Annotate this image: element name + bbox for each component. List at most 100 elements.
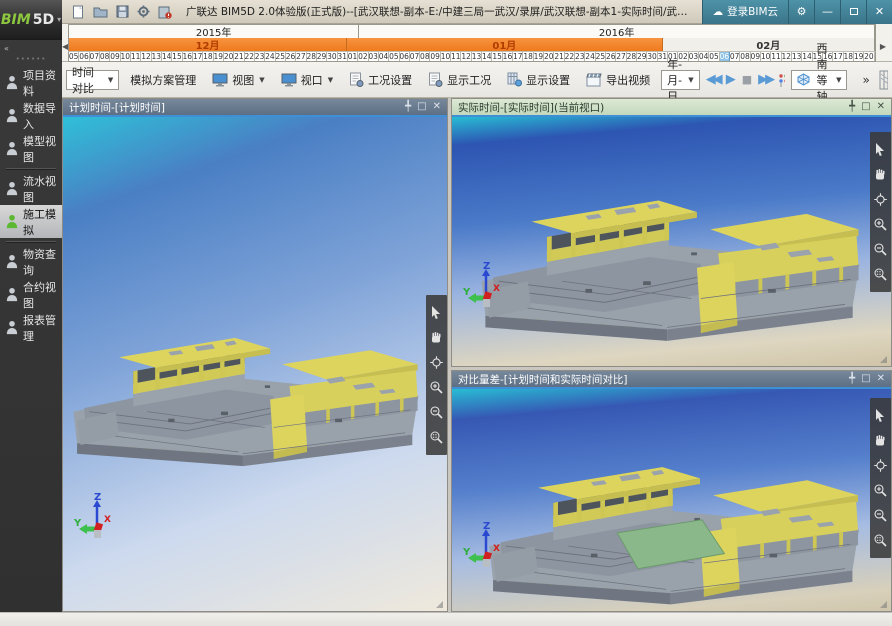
orbit-icon[interactable] xyxy=(873,458,888,473)
pan-hand-icon[interactable] xyxy=(873,433,888,448)
sidebar-drag-handle[interactable]: •••••• xyxy=(0,56,62,66)
timeline-day-cell[interactable]: 10 xyxy=(761,52,771,61)
zoom-in-icon[interactable] xyxy=(429,380,444,395)
zoom-in-icon[interactable] xyxy=(873,483,888,498)
3d-canvas-actual[interactable]: Z Y X xyxy=(452,117,891,366)
sidebar-item-2[interactable]: 数据导入 xyxy=(0,99,62,132)
pin-icon[interactable]: ╇ xyxy=(849,102,855,112)
new-document-icon[interactable] xyxy=(72,5,85,19)
sidebar-item-7[interactable]: 合约视图 xyxy=(0,278,62,311)
timeline-day-cell[interactable]: 03 xyxy=(369,52,379,61)
maximize-button[interactable] xyxy=(840,0,866,24)
timeline-day-cell[interactable]: 27 xyxy=(616,52,626,61)
timeline-day-cell[interactable]: 19 xyxy=(214,52,224,61)
3d-canvas-planned[interactable]: Z Y X xyxy=(63,117,447,611)
open-folder-icon[interactable] xyxy=(93,5,108,18)
timeline-scroll-right-arrow[interactable]: ▶ xyxy=(880,42,886,51)
viewport-button[interactable]: 视口 ▼ xyxy=(276,69,338,91)
orbit-icon[interactable] xyxy=(873,192,888,207)
timeline-day-cell[interactable]: 08 xyxy=(740,52,750,61)
timeline-day-cell[interactable]: 09 xyxy=(430,52,440,61)
timeline-day-cell[interactable]: 30 xyxy=(647,52,657,61)
timeline-day-cell[interactable]: 07 xyxy=(410,52,420,61)
rewind-button[interactable]: ◀◀ xyxy=(706,73,720,86)
timeline-day-cell[interactable]: 16 xyxy=(183,52,193,61)
timeline-day-cell[interactable]: 08 xyxy=(100,52,110,61)
timeline-day-cell[interactable]: 17 xyxy=(193,52,203,61)
timeline-day-cell[interactable]: 12 xyxy=(141,52,151,61)
animation-settings-icon[interactable] xyxy=(778,72,785,88)
viewport-compare-diff[interactable]: 对比量差-[计划时间和实际时间对比] ╇ □ ✕ Z Y X xyxy=(451,370,892,612)
login-bim-cloud-button[interactable]: ☁ 登录BIM云 xyxy=(702,0,788,24)
orbit-icon[interactable] xyxy=(429,355,444,370)
timeline-day-cell[interactable]: 22 xyxy=(565,52,575,61)
timeline-scroll-left-arrow[interactable]: ◀ xyxy=(62,42,68,51)
timeline-day-cell[interactable]: 14 xyxy=(802,52,812,61)
sidebar-collapse-button[interactable]: « xyxy=(0,40,62,56)
titlebar-settings-button[interactable]: ⚙ xyxy=(788,0,814,24)
viewport-titlebar[interactable]: 实际时间-[实际时间](当前视口) ╇ □ ✕ xyxy=(452,99,891,117)
timeline-day-cell[interactable]: 24 xyxy=(265,52,275,61)
sidebar-item-8[interactable]: 报表管理 xyxy=(0,311,62,344)
minimize-button[interactable]: — xyxy=(814,0,840,24)
sidebar-item-6[interactable]: 物资查询 xyxy=(0,245,62,278)
play-button[interactable]: ▶ xyxy=(726,73,736,86)
timeline-day-cell[interactable]: 18 xyxy=(523,52,533,61)
timeline-day-cell[interactable]: 10 xyxy=(121,52,131,61)
timeline-day-cell[interactable]: 29 xyxy=(637,52,647,61)
timeline-day-cell[interactable]: 18 xyxy=(844,52,854,61)
project-alert-icon[interactable] xyxy=(158,5,172,19)
3d-canvas-compare[interactable]: Z Y X xyxy=(452,389,891,611)
simulation-plan-manage-button[interactable]: 模拟方案管理 xyxy=(125,69,201,91)
timeline-day-cell[interactable]: 08 xyxy=(420,52,430,61)
timeline-day-cell[interactable]: 16 xyxy=(503,52,513,61)
timeline-day-cell[interactable]: 27 xyxy=(296,52,306,61)
timeline-day-cell[interactable]: 02 xyxy=(358,52,368,61)
zoom-window-icon[interactable] xyxy=(429,430,444,445)
timeline-day-cell[interactable]: 05 xyxy=(709,52,719,61)
timeline-day-cell[interactable]: 01 xyxy=(348,52,358,61)
timeline-day-cell[interactable]: 26 xyxy=(286,52,296,61)
timeline-day-cell[interactable]: 11 xyxy=(451,52,461,61)
timeline-day-cell[interactable]: 10 xyxy=(441,52,451,61)
timeline-day-cell[interactable]: 20 xyxy=(544,52,554,61)
timeline-day-cell[interactable]: 25 xyxy=(276,52,286,61)
viewport-actual-time[interactable]: 实际时间-[实际时间](当前视口) ╇ □ ✕ Z Y X xyxy=(451,98,892,367)
timeline-day-cell[interactable]: 25 xyxy=(596,52,606,61)
sidebar-item-5[interactable]: 施工模拟 xyxy=(0,205,62,238)
timeline-day-cell[interactable]: 12 xyxy=(461,52,471,61)
viewport-titlebar[interactable]: 计划时间-[计划时间] ╇ □ ✕ xyxy=(63,99,447,117)
timeline-month-2[interactable]: 01月 xyxy=(347,38,663,51)
timeline-day-cell[interactable]: 17 xyxy=(833,52,843,61)
zoom-in-icon[interactable] xyxy=(873,217,888,232)
pin-icon[interactable]: ╇ xyxy=(849,374,855,384)
close-icon[interactable]: ✕ xyxy=(433,102,441,112)
select-cursor-icon[interactable] xyxy=(873,408,888,423)
timeline-day-cell[interactable]: 19 xyxy=(534,52,544,61)
timeline-day-cell[interactable]: 05 xyxy=(389,52,399,61)
close-icon[interactable]: ✕ xyxy=(877,374,885,384)
date-format-dropdown[interactable]: 年-月-日 ▼ xyxy=(661,70,700,90)
zoom-out-icon[interactable] xyxy=(429,405,444,420)
timeline-day-cell[interactable]: 15 xyxy=(492,52,502,61)
timeline-day-cell[interactable]: 05 xyxy=(69,52,79,61)
maximize-icon[interactable]: □ xyxy=(417,102,426,112)
timeline-day-cell[interactable]: 23 xyxy=(575,52,585,61)
timeline-day-cell[interactable]: 07 xyxy=(730,52,740,61)
zoom-out-icon[interactable] xyxy=(873,508,888,523)
fast-forward-button[interactable]: ▶▶ xyxy=(758,73,772,86)
pan-hand-icon[interactable] xyxy=(873,167,888,182)
building-model-actual[interactable] xyxy=(470,137,874,366)
building-model-planned[interactable] xyxy=(63,280,432,491)
zoom-window-icon[interactable] xyxy=(873,267,888,282)
timeline-day-cell[interactable]: 15 xyxy=(172,52,182,61)
timeline-day-cell[interactable]: 29 xyxy=(317,52,327,61)
timeline-day-cell[interactable]: 30 xyxy=(327,52,337,61)
zoom-out-icon[interactable] xyxy=(873,242,888,257)
display-settings-button[interactable]: 显示设置 xyxy=(502,69,575,91)
timeline-day-cell[interactable]: 11 xyxy=(771,52,781,61)
compare-mode-dropdown[interactable]: 时间对比 ▼ xyxy=(66,70,119,90)
gantt-panel-icon[interactable] xyxy=(879,70,888,90)
select-cursor-icon[interactable] xyxy=(429,305,444,320)
sidebar-item-4[interactable]: 流水视图 xyxy=(0,172,62,205)
